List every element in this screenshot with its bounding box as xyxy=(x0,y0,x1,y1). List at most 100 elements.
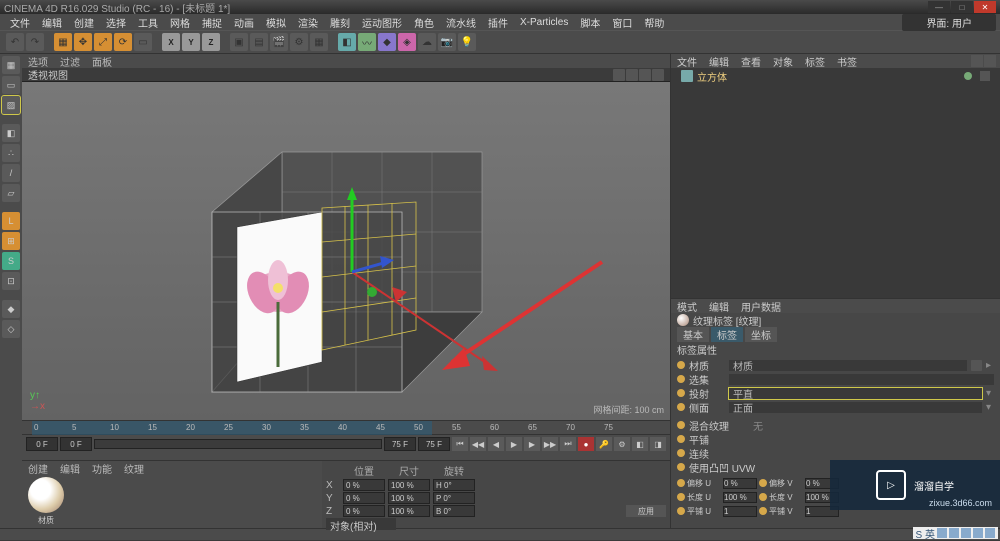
param-dot[interactable] xyxy=(677,361,685,369)
menu-tools[interactable]: 工具 xyxy=(132,15,164,30)
next-frame[interactable]: ▶ xyxy=(524,437,540,451)
rotate-tool[interactable]: ⟳ xyxy=(114,33,132,51)
param-dot[interactable] xyxy=(677,403,685,411)
minimize-button[interactable]: — xyxy=(928,1,950,13)
object-mode[interactable]: ◧ xyxy=(2,124,20,142)
pos-z[interactable] xyxy=(343,505,385,517)
pos-x[interactable] xyxy=(343,479,385,491)
param-dot[interactable] xyxy=(677,389,685,397)
menu-snap[interactable]: 捕捉 xyxy=(196,15,228,30)
length-u[interactable] xyxy=(723,492,757,503)
om-file[interactable]: 文件 xyxy=(671,54,703,69)
am-userdata[interactable]: 用户数据 xyxy=(735,299,787,314)
material-picker-icon[interactable] xyxy=(971,360,982,371)
x-axis-lock[interactable]: X xyxy=(162,33,180,51)
om-bookmark[interactable]: 书签 xyxy=(831,54,863,69)
visibility-dot[interactable] xyxy=(964,72,972,80)
size-z[interactable] xyxy=(388,505,430,517)
param-dot[interactable] xyxy=(677,421,685,429)
apply-button[interactable]: 应用 xyxy=(626,505,666,517)
enable-snap[interactable]: S xyxy=(2,252,20,270)
render-pv-button[interactable]: 🎬 xyxy=(270,33,288,51)
om-eye-icon[interactable] xyxy=(984,55,996,67)
menu-edit[interactable]: 编辑 xyxy=(36,15,68,30)
key-opts3[interactable]: ◨ xyxy=(650,437,666,451)
projection-dropdown[interactable]: 平直 xyxy=(729,388,982,399)
light-button[interactable]: 💡 xyxy=(458,33,476,51)
mat-create[interactable]: 创建 xyxy=(22,461,54,475)
tl-end[interactable] xyxy=(384,437,416,451)
key-opts[interactable]: ⚙ xyxy=(614,437,630,451)
subtab-tag[interactable]: 标签 xyxy=(711,327,743,342)
vp-icon-4[interactable] xyxy=(652,69,664,81)
menu-create[interactable]: 创建 xyxy=(68,15,100,30)
tl-cur[interactable] xyxy=(60,437,92,451)
param-dot[interactable] xyxy=(677,435,685,443)
redo-button[interactable]: ↷ xyxy=(26,33,44,51)
menu-mesh[interactable]: 网格 xyxy=(164,15,196,30)
rot-b[interactable] xyxy=(433,505,475,517)
mat-func[interactable]: 功能 xyxy=(86,461,118,475)
make-editable[interactable]: ▦ xyxy=(2,56,20,74)
menu-help[interactable]: 帮助 xyxy=(638,15,670,30)
perspective-viewport[interactable]: y↑→x 网格间距: 100 cm xyxy=(22,82,670,420)
menu-anim[interactable]: 动画 xyxy=(228,15,260,30)
om-edit[interactable]: 编辑 xyxy=(703,54,735,69)
tweak-mode[interactable]: ⊞ xyxy=(2,232,20,250)
menu-select[interactable]: 选择 xyxy=(100,15,132,30)
object-row-cube[interactable]: 立方体 xyxy=(671,68,1000,84)
menu-script[interactable]: 脚本 xyxy=(574,15,606,30)
edge-mode[interactable]: / xyxy=(2,164,20,182)
axis-mode[interactable]: L xyxy=(2,212,20,230)
undo-button[interactable]: ↶ xyxy=(6,33,24,51)
step-fwd[interactable]: ▶▶ xyxy=(542,437,558,451)
tl-scrub[interactable] xyxy=(94,439,382,449)
menu-xparticles[interactable]: X-Particles xyxy=(514,17,574,28)
y-axis-lock[interactable]: Y xyxy=(182,33,200,51)
vp-panel[interactable]: 面板 xyxy=(86,54,118,69)
prev-frame[interactable]: ◀ xyxy=(488,437,504,451)
rot-p[interactable] xyxy=(433,492,475,504)
subtab-coord[interactable]: 坐标 xyxy=(745,327,777,342)
object-name[interactable]: 立方体 xyxy=(697,69,727,84)
side-dropdown[interactable]: 正面 xyxy=(729,402,982,413)
z-axis-lock[interactable]: Z xyxy=(202,33,220,51)
step-back[interactable]: ◀◀ xyxy=(470,437,486,451)
camera-button[interactable]: 📷 xyxy=(438,33,456,51)
param-dot[interactable] xyxy=(677,463,685,471)
om-tag[interactable]: 标签 xyxy=(799,54,831,69)
menu-file[interactable]: 文件 xyxy=(4,15,36,30)
environment-button[interactable]: ☁ xyxy=(418,33,436,51)
close-button[interactable]: ✕ xyxy=(974,1,996,13)
object-manager[interactable]: 立方体 xyxy=(671,68,1000,298)
layout-selector[interactable]: 界面: 用户 xyxy=(902,14,996,31)
cube-primitive[interactable]: ◧ xyxy=(338,33,356,51)
key-opts2[interactable]: ◧ xyxy=(632,437,648,451)
offset-u[interactable] xyxy=(723,478,757,489)
generator-button[interactable]: ◆ xyxy=(378,33,396,51)
am-edit[interactable]: 编辑 xyxy=(703,299,735,314)
mat-tex[interactable]: 纹理 xyxy=(118,461,150,475)
material-name[interactable]: 材质 xyxy=(22,515,70,526)
size-x[interactable] xyxy=(388,479,430,491)
workplane[interactable]: ⊡ xyxy=(2,272,20,290)
selection-field[interactable] xyxy=(729,374,994,385)
timeline-ruler[interactable]: 0 5 10 15 20 25 30 35 40 45 50 55 60 65 … xyxy=(22,421,670,435)
scale-tool[interactable]: ⤢ xyxy=(94,33,112,51)
play-back[interactable]: ▶ xyxy=(506,437,522,451)
om-object[interactable]: 对象 xyxy=(767,54,799,69)
menu-motion[interactable]: 运动图形 xyxy=(356,15,408,30)
param-dot[interactable] xyxy=(677,449,685,457)
model-mode[interactable]: ▭ xyxy=(2,76,20,94)
deformer-button[interactable]: ◈ xyxy=(398,33,416,51)
render-queue-button[interactable]: ▦ xyxy=(310,33,328,51)
vp-icon-2[interactable] xyxy=(626,69,638,81)
menu-plugin[interactable]: 插件 xyxy=(482,15,514,30)
record-button[interactable]: ● xyxy=(578,437,594,451)
render-view-button[interactable]: ▣ xyxy=(230,33,248,51)
vp-icon-1[interactable] xyxy=(613,69,625,81)
vp-icon-3[interactable] xyxy=(639,69,651,81)
point-mode[interactable]: ∴ xyxy=(2,144,20,162)
render-settings-button[interactable]: ⚙ xyxy=(290,33,308,51)
am-mode[interactable]: 模式 xyxy=(671,299,703,314)
